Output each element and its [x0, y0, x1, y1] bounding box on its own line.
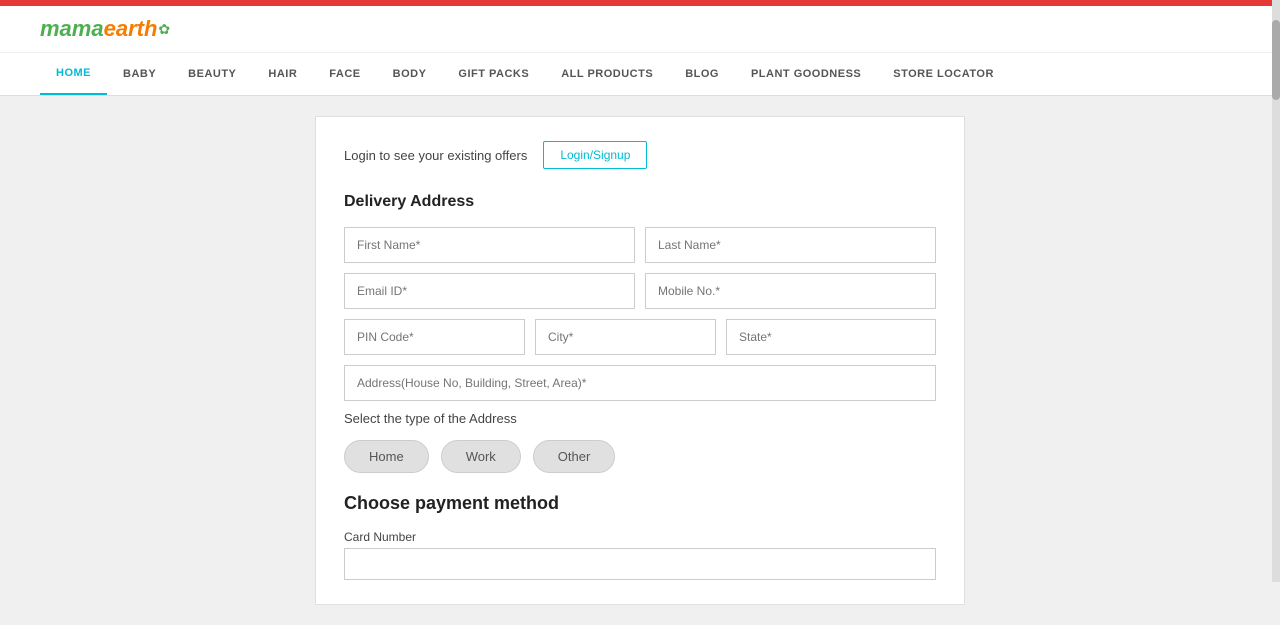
card-number-label: Card Number [344, 530, 936, 544]
nav: HOME BABY BEAUTY HAIR FACE BODY GIFT PAC… [0, 53, 1280, 96]
login-bar: Login to see your existing offers Login/… [344, 141, 936, 169]
nav-plant-goodness[interactable]: PLANT GOODNESS [735, 54, 877, 94]
first-name-input[interactable] [344, 227, 635, 263]
nav-blog[interactable]: BLOG [669, 54, 735, 94]
nav-hair[interactable]: HAIR [252, 54, 313, 94]
address-type-work-button[interactable]: Work [441, 440, 521, 473]
scrollbar-thumb[interactable] [1272, 20, 1280, 100]
address-type-home-button[interactable]: Home [344, 440, 429, 473]
city-input[interactable] [535, 319, 716, 355]
name-row [344, 227, 936, 263]
nav-all-products[interactable]: ALL PRODUCTS [545, 54, 669, 94]
nav-baby[interactable]: BABY [107, 54, 172, 94]
card-number-input[interactable] [344, 548, 936, 580]
last-name-input[interactable] [645, 227, 936, 263]
nav-face[interactable]: FACE [313, 54, 376, 94]
address-type-other-button[interactable]: Other [533, 440, 616, 473]
logo-mama-text: mama [40, 16, 104, 42]
pin-city-state-row [344, 319, 936, 355]
login-signup-button[interactable]: Login/Signup [543, 141, 647, 169]
email-input[interactable] [344, 273, 635, 309]
nav-beauty[interactable]: BEAUTY [172, 54, 252, 94]
address-type-buttons: Home Work Other [344, 440, 936, 473]
nav-body[interactable]: BODY [377, 54, 443, 94]
payment-method-title: Choose payment method [344, 493, 936, 514]
address-input[interactable] [344, 365, 936, 401]
main-content: Login to see your existing offers Login/… [0, 96, 1280, 625]
pin-code-input[interactable] [344, 319, 525, 355]
scrollbar[interactable] [1272, 0, 1280, 582]
address-row [344, 365, 936, 401]
form-container: Login to see your existing offers Login/… [315, 116, 965, 605]
card-number-section: Card Number [344, 530, 936, 580]
mobile-input[interactable] [645, 273, 936, 309]
address-type-label: Select the type of the Address [344, 411, 936, 426]
logo-leaf-icon: ✿ [158, 21, 170, 38]
login-offer-text: Login to see your existing offers [344, 148, 527, 163]
nav-gift-packs[interactable]: GIFT PACKS [442, 54, 545, 94]
logo: mamaearth✿ [40, 16, 170, 42]
nav-store-locator[interactable]: STORE LOCATOR [877, 54, 1010, 94]
delivery-address-title: Delivery Address [344, 193, 936, 211]
header: mamaearth✿ [0, 6, 1280, 53]
logo-earth-text: earth [104, 16, 158, 42]
nav-home[interactable]: HOME [40, 53, 107, 95]
email-mobile-row [344, 273, 936, 309]
card-row: Card Number [344, 530, 936, 580]
state-input[interactable] [726, 319, 936, 355]
